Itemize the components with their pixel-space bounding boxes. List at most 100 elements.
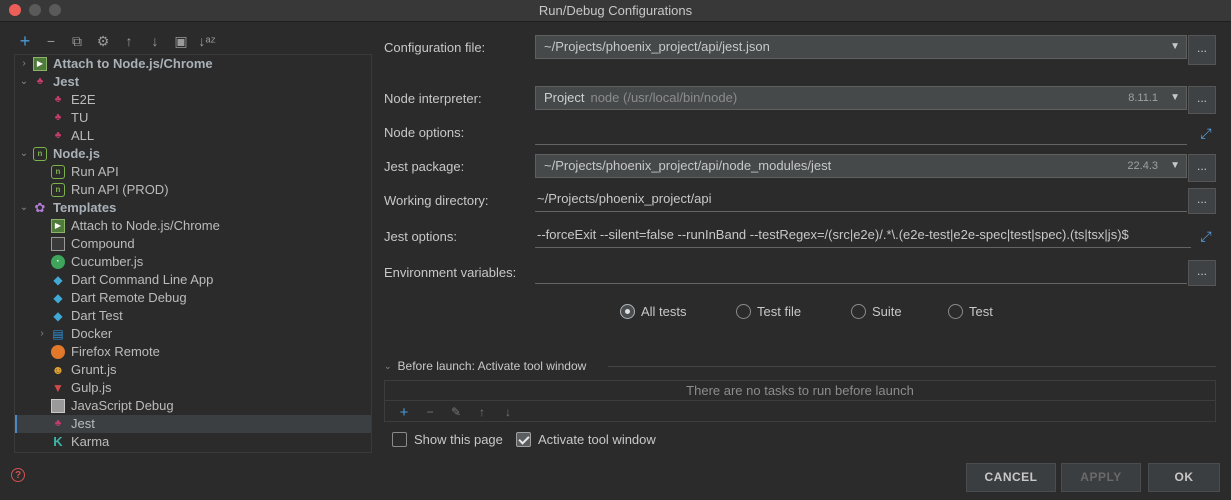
help-icon[interactable]: ? [11,468,25,482]
node-interpreter-select[interactable]: Project node (/usr/local/bin/node) 8.11.1… [535,86,1187,110]
activate-window-checkbox-row[interactable]: Activate tool window [516,432,656,447]
move-task-down-button[interactable]: ↓ [495,405,521,419]
jest-package-select[interactable]: ~/Projects/phoenix_project/api/node_modu… [535,154,1187,178]
tree-item[interactable]: · Cucumber.js [15,253,371,271]
jest-package-label: Jest package: [384,159,465,174]
node-interpreter-browse-button[interactable]: ... [1188,86,1216,114]
radio-circle[interactable] [620,304,635,319]
tree-item-label: Jest [53,74,80,89]
edit-task-button[interactable]: ✎ [443,405,469,419]
attach-icon: ▶ [33,57,47,71]
radio-circle[interactable] [736,304,751,319]
chevron-down-icon[interactable]: ⌄ [384,361,392,372]
tree-item[interactable]: ▶ Attach to Node.js/Chrome [15,217,371,235]
radio-suite[interactable]: Suite [851,304,902,319]
tree-item[interactable]: n Run API [15,163,371,181]
config-file-field[interactable]: ~/Projects/phoenix_project/api/jest.json… [535,35,1187,59]
before-launch-list[interactable]: There are no tasks to run before launch … [384,380,1216,422]
tree-item[interactable]: ♣ TU [15,109,371,127]
tree-item-label: Dart Remote Debug [71,290,187,305]
ok-button[interactable]: OK [1148,463,1220,492]
config-tree[interactable]: › ▶ Attach to Node.js/Chrome ⌄ ♣ Jest ♣ E2E ♣ TU ♣… [14,54,372,453]
radio-circle[interactable] [851,304,866,319]
env-vars-browse-button[interactable]: ... [1188,260,1216,286]
working-dir-browse-button[interactable]: ... [1188,188,1216,214]
cancel-button[interactable]: CANCEL [966,463,1056,492]
add-task-button[interactable]: + [391,404,417,421]
node-options-input[interactable] [535,121,1187,145]
radio-all-tests[interactable]: All tests [620,304,687,319]
tree-item[interactable]: ▼ Gulp.js [15,379,371,397]
add-config-button[interactable]: + [12,30,38,52]
chevron-down-icon[interactable]: ▼ [1170,36,1180,58]
chevron-right-icon[interactable]: › [36,325,48,343]
chevron-down-icon[interactable]: ▼ [1170,155,1180,177]
tree-item-label: Compound [71,236,135,251]
nodejs-icon: n [33,147,47,161]
before-launch-header[interactable]: ⌄ Before launch: Activate tool window [384,359,586,373]
node-options-label: Node options: [384,125,465,140]
jest-package-browse-button[interactable]: ... [1188,154,1216,182]
tree-item-label: Karma [71,434,110,449]
radio-test[interactable]: Test [948,304,993,319]
remove-task-button[interactable]: − [417,405,443,419]
tree-item[interactable]: ☻ Grunt.js [15,361,371,379]
compound-icon [51,237,65,251]
settings-icon[interactable]: ⚙ [90,30,116,52]
jest-icon: ♣ [54,94,62,105]
tree-item[interactable]: ♣ Jest [15,415,371,433]
env-vars-input[interactable] [535,260,1187,284]
show-page-checkbox[interactable] [392,432,407,447]
copy-config-button[interactable]: ⧉ [64,30,90,52]
config-file-browse-button[interactable]: ... [1188,35,1216,65]
config-file-label: Configuration file: [384,40,486,55]
move-down-button[interactable]: ↓ [142,30,168,52]
tree-item[interactable]: ◆ Dart Test [15,307,371,325]
activate-window-checkbox[interactable] [516,432,531,447]
sort-icon[interactable]: ↓ᵃᶻ [194,30,220,52]
chevron-down-icon[interactable]: ⌄ [18,199,30,217]
expand-icon[interactable]: ⤢ [1198,125,1214,141]
tree-item[interactable]: JavaScript Debug [15,397,371,415]
tree-item[interactable]: ♣ E2E [15,91,371,109]
node-interpreter-path: node (/usr/local/bin/node) [590,90,738,105]
show-page-checkbox-row[interactable]: Show this page [392,432,503,447]
tree-item[interactable]: › ▶ Attach to Node.js/Chrome [15,55,371,73]
working-dir-input[interactable]: ~/Projects/phoenix_project/api [535,188,1187,212]
tree-item[interactable]: ⌄ ♣ Jest [15,73,371,91]
tree-item-label: Docker [71,326,113,341]
expand-icon[interactable]: ⤢ [1198,228,1214,244]
tree-item[interactable]: ⌄ n Node.js [15,145,371,163]
tree-item[interactable]: n Run API (PROD) [15,181,371,199]
move-up-button[interactable]: ↑ [116,30,142,52]
tree-item[interactable]: Firefox Remote [15,343,371,361]
tree-item[interactable]: K Karma [15,433,371,451]
node-version: 8.11.1 [1128,92,1158,104]
folder-icon[interactable]: ▣ [168,30,194,52]
move-task-up-button[interactable]: ↑ [469,405,495,419]
chevron-right-icon[interactable]: › [18,55,30,73]
node-interpreter-name: Project [544,90,585,105]
jest-package-value: ~/Projects/phoenix_project/api/node_modu… [544,158,832,173]
tree-item[interactable]: ♣ ALL [15,127,371,145]
remove-config-button[interactable]: − [38,30,64,52]
divider [608,366,1216,367]
radio-circle[interactable] [948,304,963,319]
tree-item[interactable]: › ▤ Docker [15,325,371,343]
gear-icon: ✿ [34,200,46,215]
radio-test-file[interactable]: Test file [736,304,801,319]
radio-test-file-label: Test file [757,304,802,319]
tree-item-label: ALL [71,128,95,143]
chevron-down-icon[interactable]: ⌄ [18,145,30,163]
window-titlebar: Run/Debug Configurations [0,0,1231,22]
tree-item[interactable]: ◆ Dart Remote Debug [15,289,371,307]
tree-item-label: Jest [71,416,95,431]
tree-item[interactable]: ◆ Dart Command Line App [15,271,371,289]
apply-button[interactable]: APPLY [1061,463,1141,492]
firefox-icon [51,345,65,359]
jest-options-input[interactable]: --forceExit --silent=false --runInBand -… [535,224,1191,248]
chevron-down-icon[interactable]: ▼ [1170,87,1180,109]
chevron-down-icon[interactable]: ⌄ [18,73,30,91]
tree-item[interactable]: ⌄ ✿ Templates [15,199,371,217]
tree-item[interactable]: Compound [15,235,371,253]
